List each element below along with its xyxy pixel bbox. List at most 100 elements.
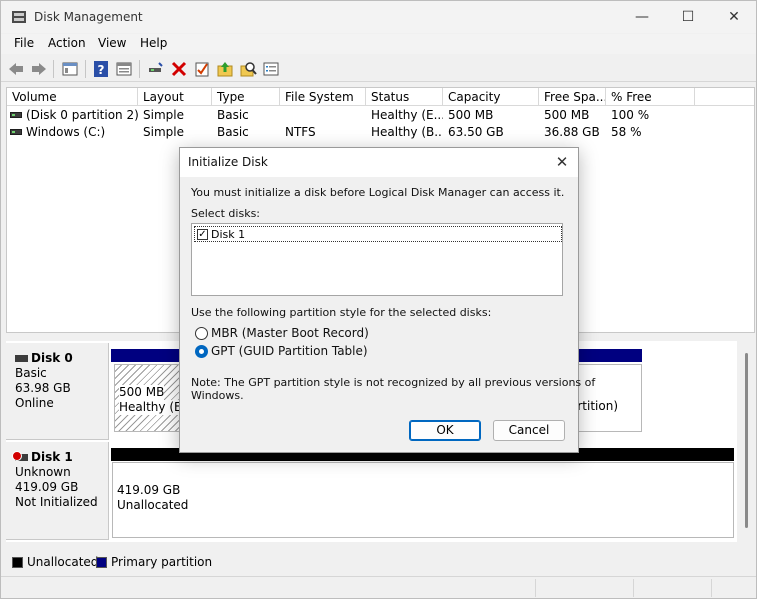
mbr-radio[interactable]	[195, 327, 208, 340]
table-row[interactable]: (Disk 0 partition 2) Simple Basic Health…	[7, 107, 754, 124]
disk-1-size: 419.09 GB	[15, 480, 79, 494]
initialize-disk-dialog: Initialize Disk ✕ You must initialize a …	[179, 147, 595, 453]
mbr-option-label[interactable]: MBR (Master Boot Record)	[211, 326, 369, 340]
disk-1-kind: Unknown	[15, 465, 71, 479]
dialog-intro-text: You must initialize a disk before Logica…	[191, 186, 565, 199]
dialog-close-button[interactable]: ✕	[550, 151, 574, 173]
dialog-title-bar[interactable]: Initialize Disk ✕	[180, 148, 578, 177]
volume-list-header: Volume Layout Type File System Status Ca…	[7, 88, 754, 106]
disk-1-unallocated-partition[interactable]: 419.09 GB Unallocated	[112, 462, 734, 538]
up-folder-icon[interactable]	[216, 60, 234, 78]
legend-primary-label: Primary partition	[111, 555, 213, 569]
menu-file[interactable]: File	[14, 36, 34, 50]
connect-icon[interactable]	[146, 60, 164, 78]
column-capacity[interactable]: Capacity	[443, 88, 539, 106]
disk-1-label[interactable]: Disk 1 Unknown 419.09 GB Not Initialized	[6, 442, 109, 540]
disk-select-listbox[interactable]: ✓ Disk 1	[191, 223, 563, 296]
properties-icon[interactable]	[115, 60, 133, 78]
cell-type: Basic	[217, 108, 249, 122]
column-type[interactable]: Type	[212, 88, 280, 106]
disk-1-name: Disk 1	[31, 450, 73, 464]
efi-partition-size: 500 MB	[119, 385, 165, 400]
disk-0-name: Disk 0	[31, 351, 73, 365]
list-icon[interactable]	[262, 60, 280, 78]
gpt-option-label[interactable]: GPT (GUID Partition Table)	[211, 344, 368, 358]
disk-management-app-icon	[12, 11, 26, 23]
table-row[interactable]: Windows (C:) Simple Basic NTFS Healthy (…	[7, 124, 754, 141]
back-arrow-icon[interactable]	[7, 60, 25, 78]
search-icon[interactable]	[239, 60, 257, 78]
maximize-button[interactable]: ☐	[665, 1, 711, 33]
legend: Unallocated Primary partition	[6, 551, 755, 573]
list-item-disk-1[interactable]: ✓ Disk 1	[194, 226, 562, 242]
disk-1-item-label: Disk 1	[211, 228, 246, 241]
cell-layout: Simple	[143, 108, 184, 122]
dialog-body: You must initialize a disk before Logica…	[180, 177, 595, 452]
disk-view-scrollbar[interactable]	[737, 341, 756, 542]
toolbar-separator	[139, 60, 140, 78]
toolbar-separator	[85, 60, 86, 78]
unallocated-size: 419.09 GB	[117, 483, 181, 497]
cell-type: Basic	[217, 125, 249, 139]
menu-action[interactable]: Action	[48, 36, 86, 50]
menu-help[interactable]: Help	[140, 36, 167, 50]
disk-icon	[15, 355, 28, 362]
help-icon[interactable]: ?	[92, 60, 110, 78]
column-volume[interactable]: Volume	[7, 88, 138, 106]
check-icon[interactable]	[193, 60, 211, 78]
cell-capacity: 500 MB	[448, 108, 494, 122]
status-cell	[633, 579, 711, 597]
cell-file-system: NTFS	[285, 125, 316, 139]
cell-free-space: 36.88 GB	[544, 125, 600, 139]
partition-style-label: Use the following partition style for th…	[191, 306, 492, 319]
toolbar-separator	[53, 60, 54, 78]
disk-0-label[interactable]: Disk 0 Basic 63.98 GB Online	[6, 343, 109, 440]
dialog-title: Initialize Disk	[188, 155, 268, 169]
gpt-note-line-1: Note: The GPT partition style is not rec…	[191, 376, 596, 389]
legend-primary-swatch	[96, 557, 107, 568]
disk-0-kind: Basic	[15, 366, 47, 380]
ok-button[interactable]: OK	[409, 420, 481, 441]
cell-volume: Windows (C:)	[26, 125, 106, 139]
cancel-button[interactable]: Cancel	[493, 420, 565, 441]
cell-capacity: 63.50 GB	[448, 125, 504, 139]
column-file-system[interactable]: File System	[280, 88, 366, 106]
legend-unallocated-label: Unallocated	[27, 555, 99, 569]
status-cell	[711, 579, 755, 597]
delete-icon[interactable]	[170, 60, 188, 78]
disk-0-size: 63.98 GB	[15, 381, 71, 395]
gpt-note-line-2: Windows.	[191, 389, 244, 402]
disk-1-checkbox[interactable]: ✓	[197, 229, 208, 240]
window-title: Disk Management	[34, 10, 143, 24]
cell-file-system	[280, 107, 366, 124]
forward-arrow-icon[interactable]	[30, 60, 48, 78]
cell-status: Healthy (B...	[371, 125, 443, 139]
svg-text:?: ?	[98, 63, 105, 77]
console-tree-icon[interactable]	[61, 60, 79, 78]
cell-volume: (Disk 0 partition 2)	[26, 108, 138, 122]
cell-percent-free: 58 %	[611, 125, 642, 139]
disk-error-icon	[12, 451, 28, 461]
disk-1-state: Not Initialized	[15, 495, 98, 509]
column-layout[interactable]: Layout	[138, 88, 212, 106]
close-button[interactable]: ✕	[711, 1, 757, 33]
column-free-space[interactable]: Free Spa...	[539, 88, 606, 106]
cell-free-space: 500 MB	[544, 108, 590, 122]
toolbar: ?	[1, 56, 756, 82]
cell-layout: Simple	[143, 125, 184, 139]
column-percent-free[interactable]: % Free	[606, 88, 695, 106]
minimize-button[interactable]: —	[619, 1, 665, 33]
status-cell	[535, 579, 633, 597]
unallocated-status: Unallocated	[117, 498, 189, 512]
disk-0-state: Online	[15, 396, 54, 410]
gpt-radio[interactable]	[195, 345, 208, 358]
legend-unallocated-swatch	[12, 557, 23, 568]
disk-0-efi-partition[interactable]: 500 MB Healthy (EFI	[114, 364, 193, 432]
title-bar[interactable]: Disk Management — ☐ ✕	[1, 1, 756, 33]
menu-view[interactable]: View	[98, 36, 126, 50]
status-bar	[1, 576, 756, 598]
menu-bar: File Action View Help	[1, 34, 756, 54]
column-status[interactable]: Status	[366, 88, 443, 106]
scrollbar-thumb[interactable]	[745, 353, 748, 528]
select-disks-label: Select disks:	[191, 207, 261, 220]
